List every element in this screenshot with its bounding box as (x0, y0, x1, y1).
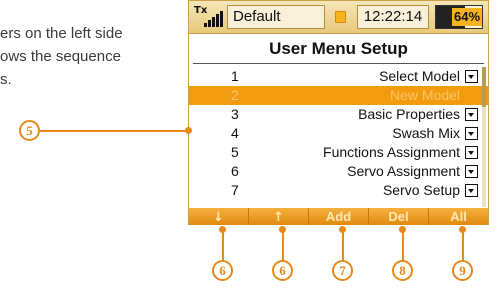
dropdown-icon[interactable] (465, 146, 478, 159)
manual-text-line: ows the sequence (0, 48, 121, 65)
all-button[interactable]: All (429, 208, 488, 225)
menu-scrollbar[interactable] (482, 67, 486, 207)
row-label: Basic Properties (358, 106, 460, 122)
row-label: Servo Assignment (347, 163, 460, 179)
model-name-field[interactable]: Default (227, 5, 325, 29)
row-number: 3 (231, 106, 239, 122)
row-label: Swash Mix (392, 125, 460, 141)
row-label: Select Model (379, 68, 460, 84)
move-down-button[interactable]: ↓ (189, 208, 249, 225)
dropdown-icon[interactable] (465, 70, 478, 83)
scrollbar-thumb[interactable] (482, 67, 486, 107)
menu-row-new-model[interactable]: 2 New Model (189, 86, 488, 105)
menu-row-basic-properties[interactable]: 3 Basic Properties (189, 105, 488, 124)
callout-leader-line (40, 130, 188, 132)
clock-display[interactable]: 12:22:14 (357, 5, 429, 29)
callout-6-up: 6 (272, 260, 293, 281)
callout-7: 7 (332, 260, 353, 281)
arrow-down-icon: ↓ (213, 210, 224, 225)
callout-9: 9 (452, 260, 473, 281)
battery-percent: 64% (452, 8, 482, 26)
dropdown-icon[interactable] (465, 108, 478, 121)
dropdown-icon[interactable] (465, 165, 478, 178)
callout-leader-dot (219, 226, 226, 233)
menu-row-select-model[interactable]: 1 Select Model (189, 67, 488, 86)
delete-button[interactable]: Del (369, 208, 429, 225)
callout-leader-dot (279, 226, 286, 233)
row-label: Functions Assignment (323, 144, 460, 160)
row-label: Servo Setup (382, 182, 460, 198)
softkey-bar: ↓ ↑ Add Del All (189, 208, 488, 225)
move-up-button[interactable]: ↑ (249, 208, 309, 225)
transmitter-screen: Tx Default 12:22:14 64% User Menu Setup … (188, 0, 489, 225)
tx-label: Tx (194, 5, 208, 16)
dropdown-icon[interactable] (465, 127, 478, 140)
status-indicator-icon (335, 11, 346, 23)
tx-signal-icon: Tx (194, 5, 224, 31)
row-number: 7 (231, 182, 239, 198)
menu-row-servo-setup[interactable]: 7 Servo Setup (189, 181, 488, 200)
callout-leader-dot (399, 226, 406, 233)
menu-row-functions-assignment[interactable]: 5 Functions Assignment (189, 143, 488, 162)
callout-5: 5 (19, 120, 40, 141)
add-button[interactable]: Add (309, 208, 369, 225)
callout-8: 8 (392, 260, 413, 281)
battery-indicator: 64% (435, 5, 483, 29)
menu-row-servo-assignment[interactable]: 6 Servo Assignment (189, 162, 488, 181)
row-label: New Model (389, 87, 460, 103)
row-number: 2 (231, 87, 239, 103)
callout-leader-dot (459, 226, 466, 233)
callout-6-down: 6 (212, 260, 233, 281)
status-bar: Tx Default 12:22:14 64% (189, 1, 488, 34)
menu-row-swash-mix[interactable]: 4 Swash Mix (189, 124, 488, 143)
title-divider (193, 63, 484, 64)
manual-text-line: ers on the left side (0, 25, 123, 42)
row-number: 4 (231, 125, 239, 141)
callout-leader-dot (339, 226, 346, 233)
manual-text-line: s. (0, 71, 12, 88)
dropdown-icon[interactable] (465, 184, 478, 197)
row-number: 1 (231, 68, 239, 84)
row-number: 6 (231, 163, 239, 179)
row-number: 5 (231, 144, 239, 160)
manual-side-text: ers on the left side ows the sequence s. (0, 22, 170, 91)
menu-list: 1 Select Model 2 New Model 3 Basic Prope… (189, 67, 488, 207)
callout-leader-dot (185, 127, 192, 134)
page-title: User Menu Setup (269, 39, 408, 58)
arrow-up-icon: ↑ (273, 210, 284, 225)
